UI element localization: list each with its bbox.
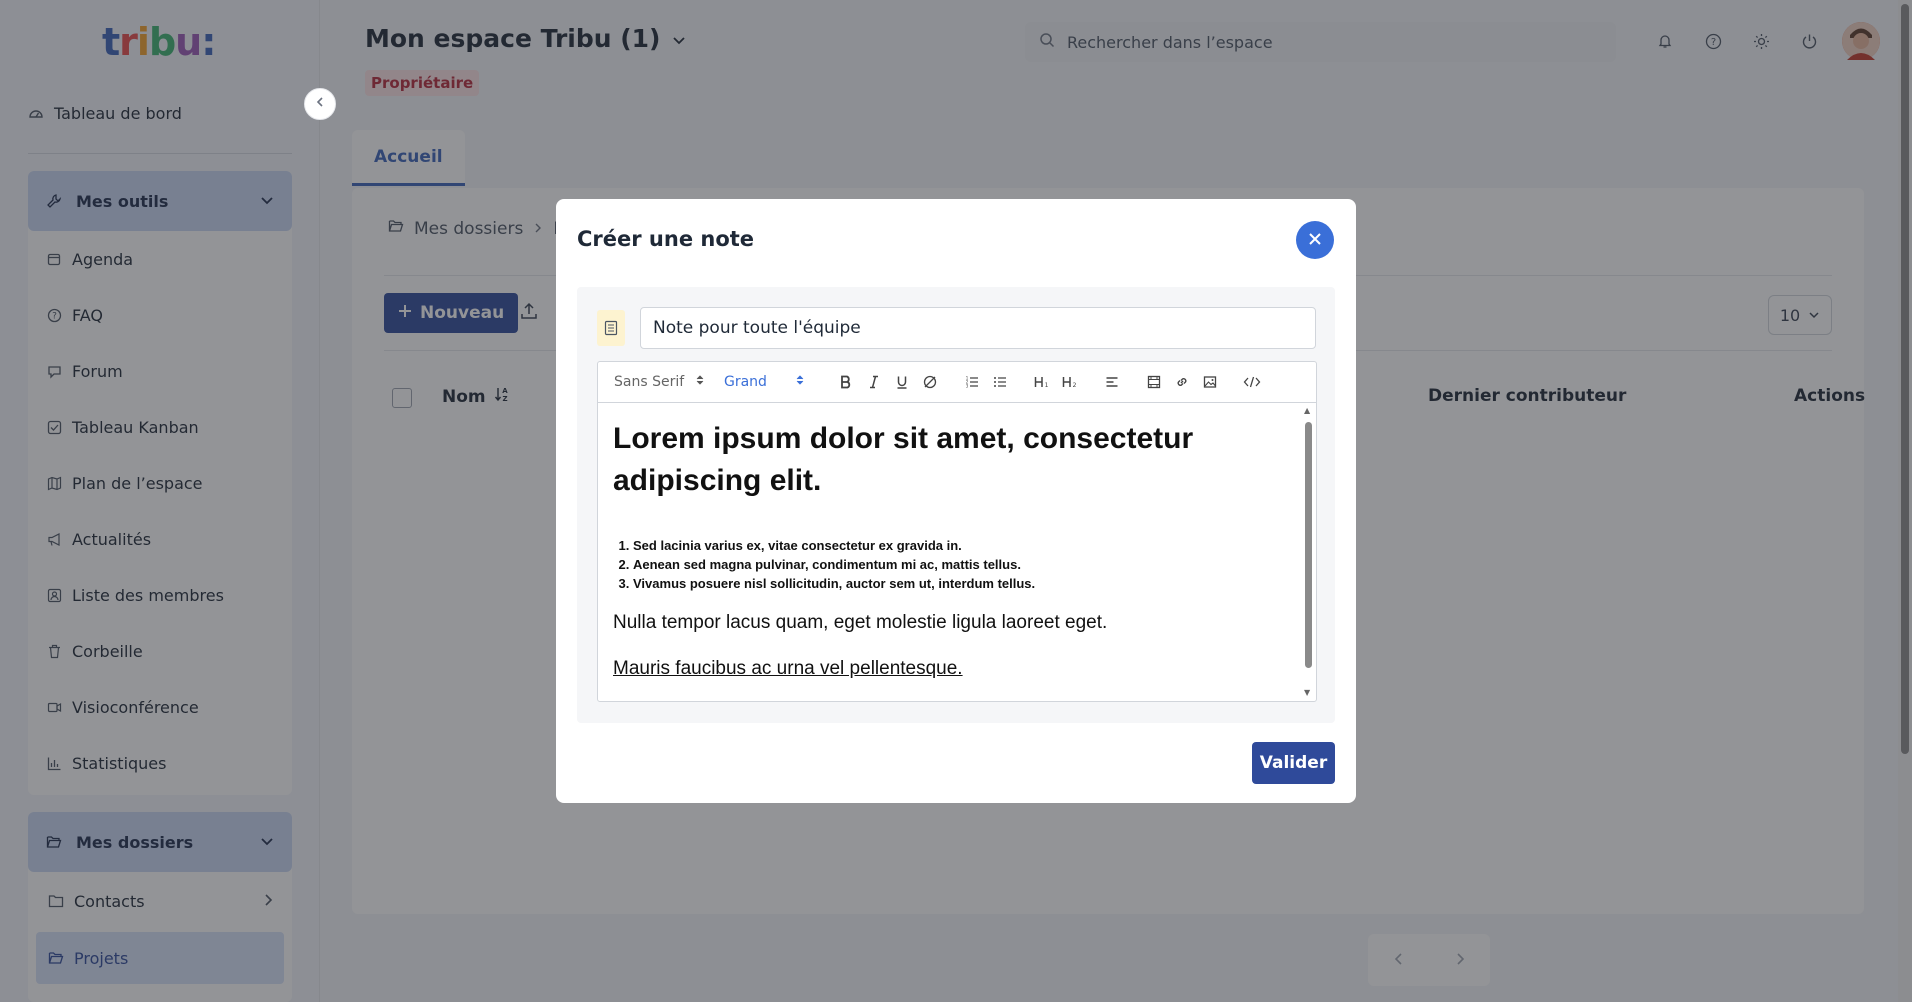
submit-button[interactable]: Valider — [1252, 742, 1335, 784]
content-heading: Lorem ipsum dolor sit amet, consectetur … — [613, 422, 1194, 497]
bullet-list-icon[interactable] — [986, 368, 1014, 396]
scroll-down-arrow-icon[interactable]: ▼ — [1304, 688, 1310, 697]
note-icon — [597, 310, 625, 346]
size-select-value: Grand — [724, 374, 767, 390]
scroll-up-arrow-icon[interactable]: ▲ — [1304, 406, 1310, 415]
list-item: Sed lacinia varius ex, vitae consectetur… — [633, 536, 1293, 555]
align-left-icon[interactable] — [1098, 368, 1126, 396]
link-icon[interactable] — [1168, 368, 1196, 396]
italic-icon[interactable] — [860, 368, 888, 396]
size-select[interactable]: Grand — [718, 374, 810, 390]
video-embed-icon[interactable] — [1140, 368, 1168, 396]
sidebar-collapse-button[interactable] — [304, 88, 336, 120]
heading2-icon[interactable]: 2 — [1056, 368, 1084, 396]
editor-content[interactable]: Lorem ipsum dolor sit amet, consectetur … — [613, 418, 1293, 682]
rich-text-editor: Sans Serif Grand 123 1 2 Lorem ipsum dol… — [597, 361, 1317, 702]
editor-scrollbar-thumb[interactable] — [1305, 422, 1312, 668]
image-icon[interactable] — [1196, 368, 1224, 396]
editor-scrollbar[interactable]: ▲ ▼ — [1302, 404, 1314, 700]
modal-title: Créer une note — [577, 227, 755, 251]
content-underlined-paragraph: Mauris faucibus ac urna vel pellentesque… — [613, 658, 963, 679]
svg-text:1: 1 — [1045, 382, 1049, 389]
modal-body: Sans Serif Grand 123 1 2 — [577, 287, 1335, 723]
updown-icon — [696, 374, 704, 390]
underline-icon[interactable] — [888, 368, 916, 396]
list-item: Aenean sed magna pulvinar, condimentum m… — [633, 555, 1293, 574]
bold-icon[interactable] — [832, 368, 860, 396]
list-item: Vivamus posuere nisl sollicitudin, aucto… — [633, 574, 1293, 593]
svg-text:2: 2 — [1073, 382, 1077, 389]
font-select[interactable]: Sans Serif — [608, 374, 710, 390]
content-ordered-list: Sed lacinia varius ex, vitae consectetur… — [613, 536, 1293, 593]
editor-toolbar: Sans Serif Grand 123 1 2 — [598, 362, 1316, 403]
close-button[interactable] — [1296, 221, 1334, 259]
heading1-icon[interactable]: 1 — [1028, 368, 1056, 396]
code-icon[interactable] — [1238, 368, 1266, 396]
chevron-left-icon — [314, 96, 326, 112]
create-note-modal: Créer une note Sans Serif Grand — [556, 199, 1356, 803]
strikethrough-icon[interactable] — [916, 368, 944, 396]
close-icon — [1308, 230, 1322, 251]
svg-text:3: 3 — [966, 384, 969, 389]
ordered-list-icon[interactable]: 123 — [958, 368, 986, 396]
font-select-value: Sans Serif — [614, 374, 685, 390]
updown-icon — [796, 374, 804, 390]
note-title-input[interactable] — [640, 307, 1316, 349]
content-paragraph: Nulla tempor lacus quam, eget molestie l… — [613, 612, 1108, 633]
